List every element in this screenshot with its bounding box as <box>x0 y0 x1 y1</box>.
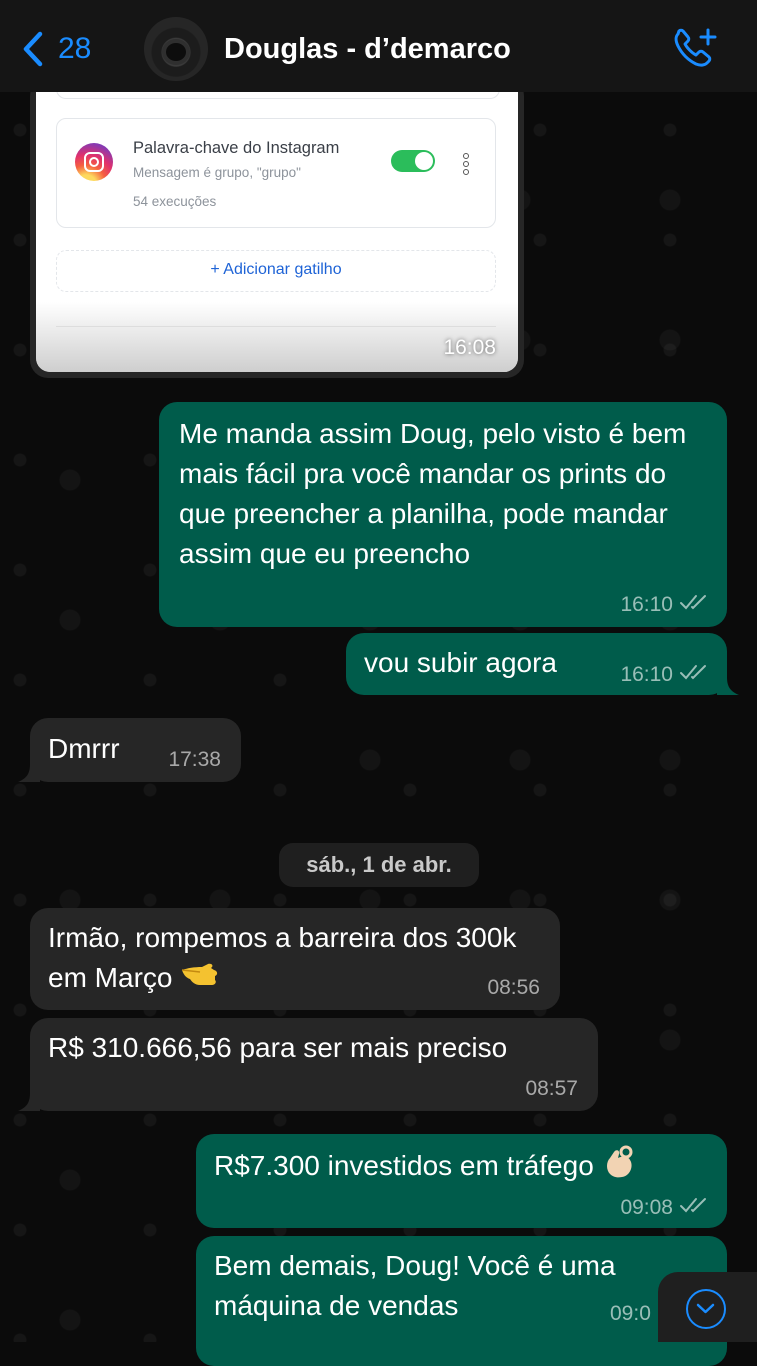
more-options-icon[interactable] <box>463 153 469 177</box>
add-call-icon[interactable] <box>670 26 718 75</box>
incoming-message[interactable]: Irmão, rompemos a barreira dos 300k em M… <box>30 908 560 1010</box>
message-time: 16:10 <box>620 593 673 616</box>
message-text: vou subir agora <box>364 647 558 678</box>
message-text: Me manda assim Doug, pelo visto é bem ma… <box>179 418 687 569</box>
outgoing-message[interactable]: R$7.300 investidos em tráfego 09:08 <box>196 1134 727 1228</box>
pointing-hand-icon <box>180 958 220 1001</box>
image-message[interactable]: Palavra-chave do Instagram Mensagem é gr… <box>30 78 524 378</box>
message-time: 08:56 <box>487 976 540 999</box>
chat-header: 28 Douglas - d’demarco <box>0 0 757 92</box>
message-time: 09:0 <box>610 1302 651 1325</box>
trigger-toggle[interactable] <box>391 150 435 172</box>
trigger-executions: 54 execuções <box>133 194 217 209</box>
trigger-title: Palavra-chave do Instagram <box>133 139 340 157</box>
unread-count: 28 <box>58 32 92 65</box>
trigger-subtitle: Mensagem é grupo, "grupo" <box>133 165 301 180</box>
message-time: 09:08 <box>620 1196 673 1219</box>
message-text: R$ 310.666,56 para ser mais preciso <box>48 1032 508 1063</box>
message-text: Dmrrr <box>48 733 120 764</box>
message-time: 16:10 <box>620 663 673 686</box>
add-trigger-button[interactable]: + Adicionar gatilho <box>56 250 496 292</box>
message-time: 16:08 <box>443 336 496 359</box>
double-check-icon <box>679 593 709 617</box>
outgoing-message[interactable]: vou subir agora 16:10 <box>346 633 739 695</box>
message-time: 08:57 <box>525 1077 578 1100</box>
incoming-message[interactable]: Dmrrr 17:38 <box>18 718 241 782</box>
shared-screenshot[interactable]: Palavra-chave do Instagram Mensagem é gr… <box>36 78 518 372</box>
double-check-icon <box>679 663 709 687</box>
message-text: R$7.300 investidos em tráfego <box>214 1144 638 1191</box>
contact-name[interactable]: Douglas - d’demarco <box>224 30 511 68</box>
ok-hand-icon <box>602 1144 638 1191</box>
chevron-down-icon <box>686 1289 726 1329</box>
avatar[interactable] <box>144 17 208 81</box>
chevron-left-icon <box>23 31 43 67</box>
trigger-card: Palavra-chave do Instagram Mensagem é gr… <box>56 118 496 228</box>
incoming-message[interactable]: R$ 310.666,56 para ser mais preciso 08:5… <box>18 1018 598 1111</box>
instagram-icon <box>75 143 113 181</box>
date-separator: sáb., 1 de abr. <box>279 843 479 887</box>
outgoing-message[interactable]: Me manda assim Doug, pelo visto é bem ma… <box>159 402 727 627</box>
back-button[interactable]: 28 <box>22 30 91 68</box>
message-text: Irmão, rompemos a barreira dos 300k em M… <box>48 918 538 1001</box>
double-check-icon <box>679 1196 709 1220</box>
scroll-to-bottom-button[interactable] <box>658 1272 757 1342</box>
message-time: 17:38 <box>168 748 221 771</box>
outgoing-message[interactable]: Bem demais, Doug! Você é uma máquina de … <box>196 1236 727 1366</box>
